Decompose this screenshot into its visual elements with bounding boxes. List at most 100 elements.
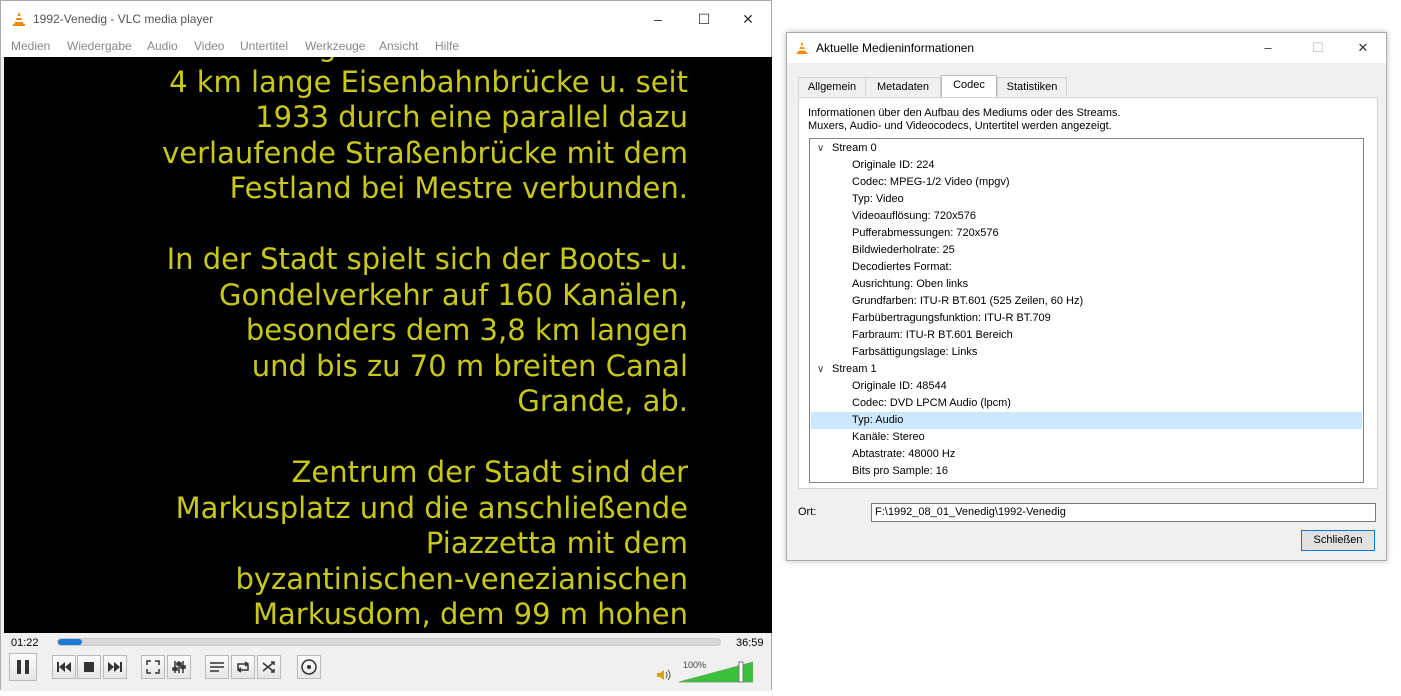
stream-property[interactable]: Grundfarben: ITU-R BT.601 (525 Zeilen, 6… [811,293,1362,310]
seek-bar[interactable] [57,638,721,646]
stream-property[interactable]: Codec: DVD LPCM Audio (lpcm) [811,395,1362,412]
video-text-line: Markusdom, dem 99 m hohen [253,597,688,631]
previous-button[interactable] [52,655,76,679]
menu-ansicht[interactable]: Ansicht [379,39,418,53]
disc-icon [301,659,317,675]
stream-property[interactable]: Typ: Video [811,191,1362,208]
tab-statistiken[interactable]: Statistiken [997,77,1067,96]
chevron-down-icon[interactable]: ∨ [817,361,824,378]
codec-tab-panel: Informationen über den Aufbau des Medium… [798,97,1378,489]
maximize-button[interactable]: ☐ [681,1,727,37]
stream-property-label: Codec: MPEG-1/2 Video (mpgv) [852,176,1010,188]
playlist-icon [210,662,224,672]
stream-node[interactable]: ∨ Stream 1 [811,361,1362,378]
stream-property[interactable]: Farbübertragungsfunktion: ITU-R BT.709 [811,310,1362,327]
stream-property-label: Bildwiederholrate: 25 [852,244,955,256]
tab-allgemein[interactable]: Allgemein [798,77,866,96]
loop-button[interactable] [231,655,255,679]
next-button[interactable] [103,655,127,679]
stream-property[interactable]: Pufferabmessungen: 720x576 [811,225,1362,242]
location-field[interactable]: F:\1992_08_01_Venedig\1992-Venedig [871,503,1376,522]
playlist-button[interactable] [205,655,229,679]
video-text-line: Grande, ab. [517,384,688,418]
extended-settings-button[interactable] [167,655,191,679]
seek-progress [58,639,82,645]
fullscreen-button[interactable] [141,655,165,679]
vlc-menu-bar: Medien Wiedergabe Audio Video Untertitel… [1,37,771,57]
menu-werkzeuge[interactable]: Werkzeuge [305,39,365,53]
schliessen-button[interactable]: Schließen [1301,530,1375,551]
pause-button[interactable] [9,653,37,681]
loop-icon [236,661,250,673]
stream-property-label: Typ: Audio [852,414,904,426]
dialog-close-button[interactable]: ✕ [1340,33,1386,63]
dialog-maximize-button[interactable]: ☐ [1295,33,1341,63]
video-text-line: In der Stadt spielt sich der Boots- u. [166,242,688,276]
dialog-minimize-button[interactable]: – [1245,33,1291,63]
stream-property[interactable]: Farbsättigungslage: Links [811,344,1362,361]
stream-property[interactable]: Abtastrate: 48000 Hz [811,446,1362,463]
video-text-line: Festland bei Mestre verbunden. [229,171,688,205]
stream-property-label: Abtastrate: 48000 Hz [852,448,956,460]
stream-property[interactable]: Decodiertes Format: [811,259,1362,276]
stream-property[interactable]: Kanäle: Stereo [811,429,1362,446]
stream-property[interactable]: Typ: Audio [811,412,1362,429]
video-text-line: besonders dem 3,8 km langen [245,313,688,347]
playback-controls: 01:22 36:59 100% [1,633,771,691]
chevron-down-icon[interactable]: ∨ [817,140,824,157]
stream-property-label: Originale ID: 224 [852,159,935,171]
video-subtitle-text: Alt-Venedig ist seit 1846 durch eine4 km… [48,57,688,633]
dialog-title-bar[interactable]: Aktuelle Medieninformationen – ☐ ✕ [787,33,1386,63]
menu-video[interactable]: Video [194,39,224,53]
frame-by-frame-button[interactable] [297,655,321,679]
stream-label: Stream 0 [832,142,877,154]
stream-node[interactable]: ∨ Stream 0 [811,140,1362,157]
tab-metadaten[interactable]: Metadaten [865,77,941,96]
stream-label: Stream 1 [832,363,877,375]
description-line-1: Informationen über den Aufbau des Medium… [808,107,1121,119]
stream-property-label: Videoauflösung: 720x576 [852,210,976,222]
vlc-cone-icon [796,41,808,55]
skip-back-icon [57,662,71,672]
stream-property[interactable]: Originale ID: 48544 [811,378,1362,395]
speaker-icon[interactable] [657,669,671,681]
video-text-line: Zentrum der Stadt sind der [291,455,688,489]
minimize-button[interactable]: – [635,1,681,37]
video-area[interactable]: Alt-Venedig ist seit 1846 durch eine4 km… [4,57,772,633]
media-info-dialog: Aktuelle Medieninformationen – ☐ ✕ Allge… [786,32,1387,561]
stream-property[interactable]: Codec: MPEG-1/2 Video (mpgv) [811,174,1362,191]
codec-tree-view[interactable]: ∨ Stream 0 Originale ID: 224 Codec: MPEG-1/… [809,138,1364,483]
skip-forward-icon [108,662,122,672]
stream-property[interactable]: Ausrichtung: Oben links [811,276,1362,293]
location-label: Ort: [798,506,817,518]
total-time: 36:59 [736,637,764,649]
stream-property[interactable]: Originale ID: 224 [811,157,1362,174]
tab-codec[interactable]: Codec [941,75,997,97]
shuffle-button[interactable] [257,655,281,679]
equalizer-icon [172,661,186,673]
stream-property-label: Farbsättigungslage: Links [852,346,978,358]
volume-slider[interactable] [679,661,753,683]
vlc-main-window: 1992-Venedig - VLC media player – ☐ ✕ Me… [0,0,772,691]
stop-button[interactable] [77,655,101,679]
stream-property[interactable]: Farbraum: ITU-R BT.601 Bereich [811,327,1362,344]
menu-medien[interactable]: Medien [11,39,50,53]
video-text-line [48,420,688,456]
menu-audio[interactable]: Audio [147,39,178,53]
menu-untertitel[interactable]: Untertitel [240,39,288,53]
close-button[interactable]: ✕ [725,1,771,37]
description-line-2: Muxers, Audio- und Videocodecs, Untertit… [808,120,1112,132]
shuffle-icon [262,661,275,673]
video-text-line: 1933 durch eine parallel dazu [255,100,688,134]
stream-property[interactable]: Bits pro Sample: 16 [811,463,1362,480]
stream-property-label: Kanäle: Stereo [852,431,925,443]
pause-icon [17,660,29,674]
stream-property[interactable]: Videoauflösung: 720x576 [811,208,1362,225]
menu-wiedergabe[interactable]: Wiedergabe [67,39,132,53]
vlc-title-bar[interactable]: 1992-Venedig - VLC media player – ☐ ✕ [1,1,771,37]
stream-property[interactable]: Bildwiederholrate: 25 [811,242,1362,259]
stop-icon [84,662,94,672]
menu-hilfe[interactable]: Hilfe [435,39,459,53]
stream-property-label: Ausrichtung: Oben links [852,278,969,290]
stream-property-label: Farbübertragungsfunktion: ITU-R BT.709 [852,312,1051,324]
